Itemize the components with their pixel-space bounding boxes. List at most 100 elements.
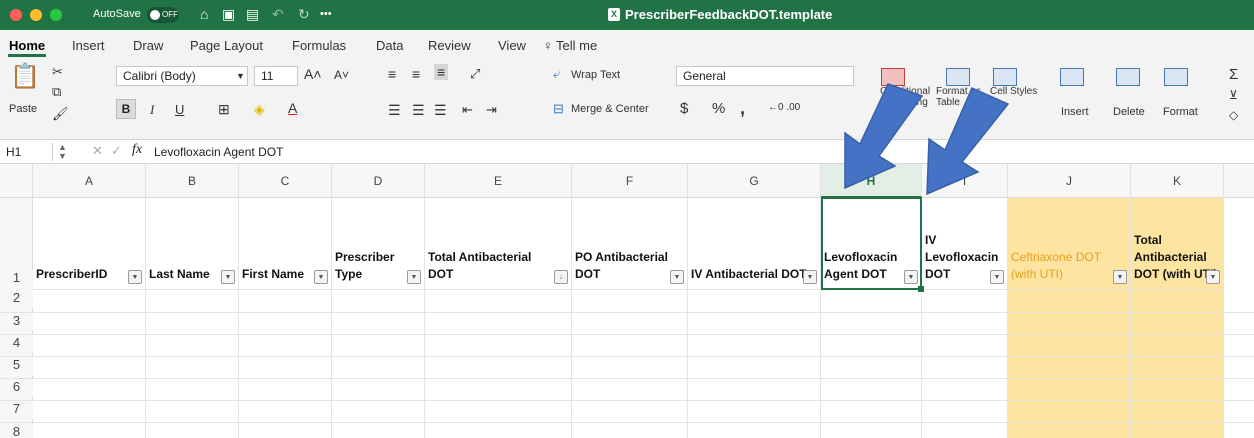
selected-cell-h1[interactable] [821, 197, 922, 290]
column-header-k[interactable]: K [1131, 164, 1224, 198]
column-header-d[interactable]: D [332, 164, 425, 198]
align-bottom-icon[interactable]: ≡ [434, 64, 449, 80]
format-button[interactable]: Format [1163, 106, 1198, 118]
row-header-3[interactable]: 3 [0, 313, 33, 331]
redo-icon[interactable]: ↻ [298, 6, 310, 23]
filter-dropdown-icon[interactable]: ▼ [407, 270, 421, 284]
align-left-icon[interactable]: ☰ [388, 102, 401, 119]
cut-icon[interactable]: ✂ [52, 64, 63, 80]
tab-formulas[interactable]: Formulas [292, 38, 346, 53]
header-cell-iv-levofloxacin-dot[interactable]: IV Levofloxacin DOT ▼ [922, 198, 1008, 290]
row-header-5[interactable]: 5 [0, 357, 33, 375]
wrap-text-button[interactable]: Wrap Text [571, 69, 620, 81]
format-as-table-button[interactable]: Format as Table [936, 86, 988, 108]
header-cell-ceftriaxone-dot[interactable]: Ceftriaxone DOT (with UTI) ▼ [1008, 198, 1131, 290]
insert-button[interactable]: Insert [1061, 106, 1089, 118]
orientation-icon[interactable]: ⤢ [470, 66, 480, 82]
align-center-icon[interactable]: ☰ [412, 102, 425, 119]
copy-icon[interactable]: ⧉ [52, 84, 61, 100]
row-header-6[interactable]: 6 [0, 379, 33, 397]
cell-styles-icon[interactable] [993, 68, 1017, 86]
autosum-icon[interactable]: Σ [1229, 66, 1238, 83]
tab-page-layout[interactable]: Page Layout [190, 38, 263, 53]
column-header-c[interactable]: C [239, 164, 332, 198]
decrease-indent-icon[interactable]: ⇤ [462, 102, 473, 118]
row-header-7[interactable]: 7 [0, 401, 33, 419]
header-cell-prescriber-type[interactable]: Prescriber Type ▼ [332, 198, 425, 290]
delete-button[interactable]: Delete [1113, 106, 1145, 118]
format-painter-icon[interactable]: 🖌 [52, 106, 69, 122]
filter-dropdown-icon[interactable]: ▼ [221, 270, 235, 284]
save-icon[interactable]: ▣ [222, 6, 235, 23]
header-cell-first-name[interactable]: First Name ▼ [239, 198, 332, 290]
fill-icon[interactable]: ⊻ [1229, 88, 1238, 102]
home-icon[interactable]: ⌂ [200, 6, 208, 22]
conditional-formatting-icon[interactable] [881, 68, 905, 86]
column-header-j[interactable]: J [1008, 164, 1131, 198]
format-cells-icon[interactable] [1164, 68, 1188, 86]
insert-cells-icon[interactable] [1060, 68, 1084, 86]
merge-center-button[interactable]: Merge & Center [571, 103, 649, 115]
filter-dropdown-icon[interactable]: ▼ [1206, 270, 1220, 284]
select-all-corner[interactable] [0, 164, 33, 198]
cancel-icon[interactable]: ✕ [92, 143, 103, 159]
function-icon[interactable]: fx [132, 142, 142, 158]
fill-handle[interactable] [918, 286, 924, 292]
more-icon[interactable]: ••• [320, 8, 332, 20]
header-cell-prescriberid[interactable]: PrescriberID ▼ [33, 198, 146, 290]
tab-view[interactable]: View [498, 38, 526, 53]
header-cell-iv-antibacterial-dot[interactable]: IV Antibacterial DOT ▼ [688, 198, 821, 290]
format-as-table-icon[interactable] [946, 68, 970, 86]
filter-dropdown-icon[interactable]: ▼ [314, 270, 328, 284]
clear-icon[interactable]: ◇ [1229, 108, 1238, 122]
filter-dropdown-icon[interactable]: ▼ [128, 270, 142, 284]
underline-button[interactable]: U [175, 102, 184, 117]
borders-icon[interactable]: ⊞ [218, 101, 230, 118]
tab-home[interactable]: Home [9, 38, 45, 53]
column-header-g[interactable]: G [688, 164, 821, 198]
zoom-window-button[interactable] [50, 9, 62, 21]
font-color-icon[interactable]: A [288, 100, 297, 116]
paste-icon[interactable]: 📋 [10, 62, 40, 91]
increase-font-icon[interactable]: A˄ [304, 66, 322, 82]
tab-review[interactable]: Review [428, 38, 471, 53]
column-header-b[interactable]: B [146, 164, 239, 198]
filter-dropdown-icon[interactable]: ▼ [803, 270, 817, 284]
undo-icon[interactable]: ↶ [272, 6, 284, 23]
row-header-2[interactable]: 2 [0, 290, 33, 308]
tab-tell-me[interactable]: Tell me [556, 38, 597, 53]
name-box-spinner-icon[interactable]: ▲ ▼ [58, 143, 67, 161]
italic-button[interactable]: I [150, 102, 154, 118]
percent-button[interactable]: % [712, 100, 725, 117]
font-name-select[interactable]: Calibri (Body) [116, 66, 248, 86]
bold-button[interactable]: B [116, 99, 136, 119]
row-header-4[interactable]: 4 [0, 335, 33, 353]
decrease-font-icon[interactable]: A˅ [334, 68, 349, 82]
close-window-button[interactable] [10, 9, 22, 21]
autosave-toggle[interactable]: OFF [147, 7, 179, 23]
tab-draw[interactable]: Draw [133, 38, 163, 53]
tab-data[interactable]: Data [376, 38, 403, 53]
align-top-icon[interactable]: ≡ [388, 66, 396, 82]
currency-button[interactable]: $ [680, 100, 688, 117]
align-middle-icon[interactable]: ≡ [412, 66, 420, 82]
header-cell-po-antibacterial-dot[interactable]: PO Antibacterial DOT ▼ [572, 198, 688, 290]
comma-button[interactable]: , [740, 98, 745, 119]
align-right-icon[interactable]: ☰ [434, 102, 447, 119]
header-cell-total-antibacterial-dot-uti[interactable]: Total Antibacterial DOT (with UTI) ▼ [1131, 198, 1224, 290]
tab-insert[interactable]: Insert [72, 38, 105, 53]
fill-color-icon[interactable]: ◈ [254, 101, 265, 118]
cell-styles-button[interactable]: Cell Styles [990, 86, 1038, 97]
column-header-a[interactable]: A [33, 164, 146, 198]
filter-dropdown-icon[interactable]: ▼ [990, 270, 1004, 284]
sort-filter-icon[interactable]: ↓ [554, 270, 568, 284]
column-header-h[interactable]: H [821, 164, 922, 198]
conditional-formatting-button[interactable]: Conditional Formatting [880, 86, 936, 108]
filter-dropdown-icon[interactable]: ▼ [1113, 270, 1127, 284]
column-header-i[interactable]: I [922, 164, 1008, 198]
font-size-select[interactable]: 11 [254, 66, 298, 86]
formula-input[interactable]: Levofloxacin Agent DOT [154, 145, 283, 159]
number-format-select[interactable]: General [676, 66, 854, 86]
row-header-1[interactable]: 1 [0, 270, 33, 290]
increase-indent-icon[interactable]: ⇥ [486, 102, 497, 118]
